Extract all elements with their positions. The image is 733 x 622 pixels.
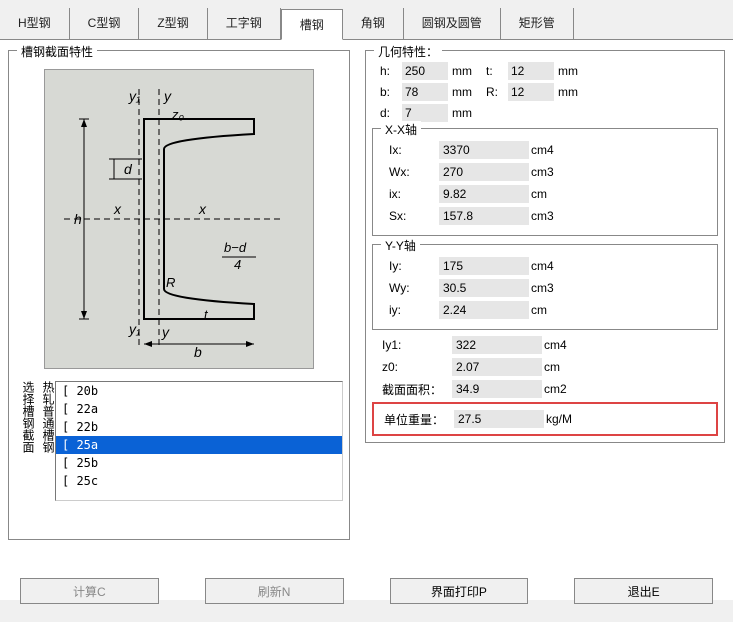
button-2[interactable]: 界面打印P	[390, 578, 529, 604]
geometry-group: 几何特性： h:250mmt:12mmb:78mmR:12mmd:7mm X-X…	[365, 50, 725, 443]
geom-value: 250	[402, 62, 448, 80]
unit-weight-unit: kg/M	[546, 412, 596, 426]
list-item[interactable]: [ 25c	[56, 472, 342, 490]
prop-label: Iy1:	[372, 338, 452, 352]
prop-value: 322	[452, 336, 542, 354]
prop-unit: cm	[531, 187, 581, 201]
geometry-title: 几何特性：	[374, 43, 442, 60]
yy-title: Y-Y轴	[381, 237, 420, 254]
highlight-row: 单位重量： 27.5 kg/M	[372, 402, 718, 436]
prop-value: 9.82	[439, 185, 529, 203]
geom-unit: mm	[554, 85, 584, 99]
geom-unit: mm	[448, 64, 478, 78]
prop-label: z0:	[372, 360, 452, 374]
prop-value: 175	[439, 257, 529, 275]
selector-label-2: 热轧普通槽钢	[35, 381, 55, 501]
lbl-y1b: y₁	[128, 321, 141, 337]
prop-label: Wx:	[379, 165, 439, 179]
list-item[interactable]: [ 25a	[56, 436, 342, 454]
prop-value: 2.24	[439, 301, 529, 319]
prop-label: iy:	[379, 303, 439, 317]
tab-3[interactable]: 工字钢	[208, 8, 281, 39]
geom-unit: mm	[554, 64, 584, 78]
tab-7[interactable]: 矩形管	[501, 8, 574, 39]
geom-unit: mm	[448, 106, 478, 120]
geom-label: R:	[478, 85, 508, 99]
prop-value: 270	[439, 163, 529, 181]
prop-unit: cm3	[531, 209, 581, 223]
prop-unit: cm3	[531, 281, 581, 295]
prop-label: Sx:	[379, 209, 439, 223]
lbl-b: b	[194, 344, 202, 359]
lbl-y: y	[163, 88, 172, 104]
button-1[interactable]: 刷新N	[205, 578, 344, 604]
prop-value: 157.8	[439, 207, 529, 225]
list-item[interactable]: [ 25b	[56, 454, 342, 472]
prop-unit: cm	[544, 360, 594, 374]
prop-value: 30.5	[439, 279, 529, 297]
prop-value: 3370	[439, 141, 529, 159]
lbl-x1: x	[113, 201, 122, 217]
list-item[interactable]: [ 22a	[56, 400, 342, 418]
prop-unit: cm4	[531, 259, 581, 273]
tab-bar: H型钢C型钢Z型钢工字钢槽钢角钢圆钢及圆管矩形管	[0, 0, 733, 40]
geom-label: t:	[478, 64, 508, 78]
prop-value: 34.9	[452, 380, 542, 398]
geom-value: 12	[508, 83, 554, 101]
prop-label: Wy:	[379, 281, 439, 295]
diagram-svg: y₁ y z₀ d x x h b−d 4 R t y₁ y b	[54, 79, 304, 359]
list-item[interactable]: [ 20b	[56, 382, 342, 400]
tab-0[interactable]: H型钢	[0, 8, 70, 39]
section-diagram: y₁ y z₀ d x x h b−d 4 R t y₁ y b	[44, 69, 314, 369]
unit-weight-value: 27.5	[454, 410, 544, 428]
geom-label: b:	[372, 85, 402, 99]
lbl-bd: b−d	[224, 240, 247, 255]
geom-value: 12	[508, 62, 554, 80]
lbl-4: 4	[234, 257, 241, 272]
geom-label: d:	[372, 106, 402, 120]
tab-6[interactable]: 圆钢及圆管	[404, 8, 501, 39]
tab-5[interactable]: 角钢	[343, 8, 404, 39]
button-0[interactable]: 计算C	[20, 578, 159, 604]
lbl-y1: y₁	[128, 88, 141, 104]
geom-value: 78	[402, 83, 448, 101]
yy-axis-group: Y-Y轴 Iy:175cm4Wy:30.5cm3iy:2.24cm	[372, 244, 718, 330]
lbl-z0: z₀	[171, 107, 185, 122]
unit-weight-label: 单位重量：	[374, 411, 454, 428]
prop-unit: cm	[531, 303, 581, 317]
button-3[interactable]: 退出E	[574, 578, 713, 604]
tab-4[interactable]: 槽钢	[281, 9, 343, 40]
lbl-h: h	[74, 211, 82, 227]
prop-unit: cm2	[544, 382, 594, 396]
tab-2[interactable]: Z型钢	[139, 8, 207, 39]
prop-label: Ix:	[379, 143, 439, 157]
prop-unit: cm3	[531, 165, 581, 179]
lbl-yb: y	[161, 324, 170, 340]
tab-1[interactable]: C型钢	[70, 8, 140, 39]
section-props-group: 槽钢截面特性 y₁ y z₀	[8, 50, 350, 540]
section-listbox[interactable]: [ 20b[ 22a[ 22b[ 25a[ 25b[ 25c	[55, 381, 343, 501]
lbl-d: d	[124, 161, 133, 177]
geom-unit: mm	[448, 85, 478, 99]
lbl-x2: x	[198, 201, 207, 217]
geom-label: h:	[372, 64, 402, 78]
prop-label: ix:	[379, 187, 439, 201]
main-panel: 槽钢截面特性 y₁ y z₀	[0, 40, 733, 600]
button-bar: 计算C 刷新N 界面打印P 退出E	[0, 578, 733, 604]
prop-label: 截面面积：	[372, 381, 452, 398]
list-item[interactable]: [ 22b	[56, 418, 342, 436]
xx-title: X-X轴	[381, 121, 421, 138]
prop-label: Iy:	[379, 259, 439, 273]
prop-value: 2.07	[452, 358, 542, 376]
section-props-title: 槽钢截面特性	[17, 43, 97, 60]
prop-unit: cm4	[544, 338, 594, 352]
prop-unit: cm4	[531, 143, 581, 157]
selector-label-1: 选择槽钢截面	[15, 381, 35, 501]
geom-value: 7	[402, 104, 448, 122]
xx-axis-group: X-X轴 Ix:3370cm4Wx:270cm3ix:9.82cmSx:157.…	[372, 128, 718, 236]
lbl-R: R	[166, 275, 175, 290]
